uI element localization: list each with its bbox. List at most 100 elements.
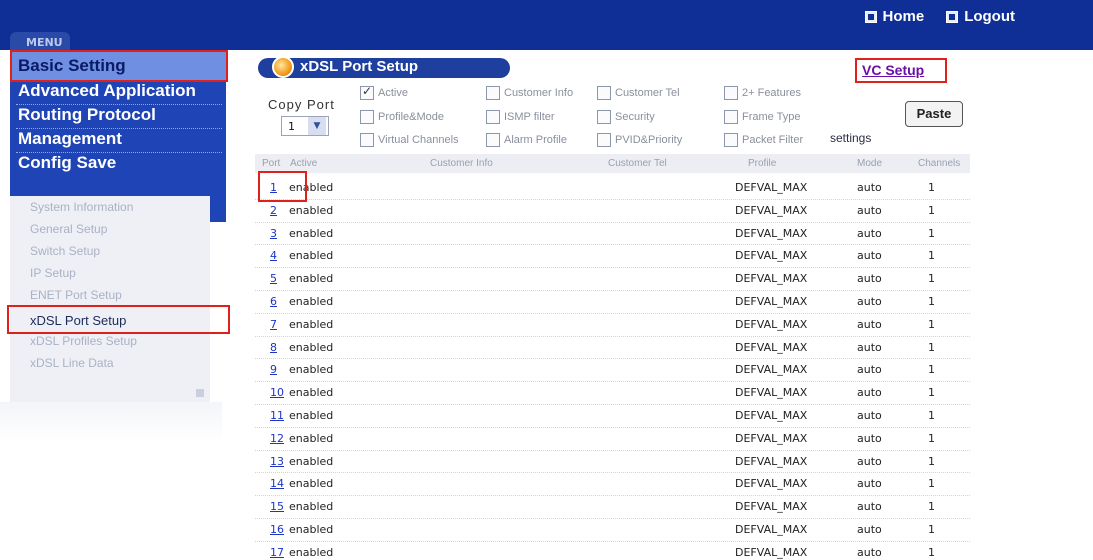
profile-cell: DEFVAL_MAX bbox=[735, 522, 808, 536]
table-row: 13 enabled DEFVAL_MAX auto 1 bbox=[255, 451, 970, 474]
checkbox-active[interactable]: Active bbox=[360, 84, 408, 100]
mode-cell: auto bbox=[857, 317, 882, 331]
channels-cell: 1 bbox=[928, 294, 935, 308]
port-link[interactable]: 10 bbox=[270, 386, 284, 399]
checkbox-packet-filter[interactable]: Packet Filter bbox=[724, 133, 803, 147]
active-cell: enabled bbox=[289, 386, 334, 400]
channels-cell: 1 bbox=[928, 363, 935, 377]
submenu-xdsl-line-data[interactable]: xDSL Line Data bbox=[30, 356, 114, 370]
menu-item-config-save[interactable]: Config Save bbox=[18, 153, 116, 173]
menu-item-management[interactable]: Management bbox=[18, 129, 122, 149]
checkbox-box[interactable] bbox=[486, 133, 500, 147]
submenu-system-information[interactable]: System Information bbox=[30, 200, 133, 214]
sidebar-scroll-handle[interactable] bbox=[196, 389, 204, 397]
checkbox-label: Security bbox=[615, 111, 655, 123]
submenu-xdsl-profiles-setup[interactable]: xDSL Profiles Setup bbox=[30, 334, 137, 348]
port-link[interactable]: 15 bbox=[270, 500, 284, 513]
checkbox-profile-mode[interactable]: Profile&Mode bbox=[360, 110, 444, 124]
header-active: Active bbox=[290, 158, 318, 169]
port-link[interactable]: 11 bbox=[270, 409, 284, 422]
profile-cell: DEFVAL_MAX bbox=[735, 545, 808, 559]
port-link[interactable]: 14 bbox=[270, 477, 284, 490]
checkbox-box[interactable] bbox=[486, 110, 500, 124]
table-row: 2 enabled DEFVAL_MAX auto 1 bbox=[255, 200, 970, 223]
vc-setup-link[interactable]: VC Setup bbox=[855, 58, 947, 83]
checkbox-ismp-filter[interactable]: ISMP filter bbox=[486, 110, 555, 124]
profile-cell: DEFVAL_MAX bbox=[735, 477, 808, 491]
mode-cell: auto bbox=[857, 340, 882, 354]
checkbox-box[interactable] bbox=[360, 133, 374, 147]
paste-button[interactable]: Paste bbox=[905, 101, 963, 127]
checkbox-customer-tel[interactable]: Customer Tel bbox=[597, 86, 680, 100]
submenu-enet-port-setup[interactable]: ENET Port Setup bbox=[30, 288, 122, 302]
menu-item-advanced-application[interactable]: Advanced Application bbox=[18, 81, 196, 101]
port-link[interactable]: 3 bbox=[270, 227, 277, 240]
channels-cell: 1 bbox=[928, 272, 935, 286]
home-link[interactable]: Home bbox=[864, 8, 924, 25]
table-row: 1 enabled DEFVAL_MAX auto 1 bbox=[255, 177, 970, 200]
port-link[interactable]: 6 bbox=[270, 295, 277, 308]
port-link[interactable]: 9 bbox=[270, 363, 277, 376]
menu-item-basic-setting-active[interactable]: Basic Setting bbox=[18, 56, 126, 76]
table-row: 10 enabled DEFVAL_MAX auto 1 bbox=[255, 382, 970, 405]
active-cell: enabled bbox=[289, 203, 334, 217]
checkbox-box[interactable] bbox=[724, 86, 738, 100]
checkbox-alarm-profile[interactable]: Alarm Profile bbox=[486, 133, 567, 147]
table-row: 17 enabled DEFVAL_MAX auto 1 bbox=[255, 542, 970, 560]
checkbox-box[interactable] bbox=[597, 133, 611, 147]
profile-cell: DEFVAL_MAX bbox=[735, 386, 808, 400]
port-link[interactable]: 8 bbox=[270, 341, 277, 354]
mode-cell: auto bbox=[857, 363, 882, 377]
checkbox-frame-type[interactable]: Frame Type bbox=[724, 110, 801, 124]
table-row: 16 enabled DEFVAL_MAX auto 1 bbox=[255, 519, 970, 542]
port-link[interactable]: 13 bbox=[270, 455, 284, 468]
port-link[interactable]: 12 bbox=[270, 432, 284, 445]
copy-port-value: 1 bbox=[288, 119, 295, 133]
table-row: 7 enabled DEFVAL_MAX auto 1 bbox=[255, 314, 970, 337]
chevron-down-icon[interactable]: ▼ bbox=[308, 117, 326, 135]
mode-cell: auto bbox=[857, 408, 882, 422]
active-cell: enabled bbox=[289, 477, 334, 491]
xdsl-port-setup-highlight bbox=[7, 305, 230, 334]
submenu-general-setup[interactable]: General Setup bbox=[30, 222, 107, 236]
checkbox-box[interactable] bbox=[360, 110, 374, 124]
header-mode: Mode bbox=[857, 158, 883, 169]
port-link[interactable]: 5 bbox=[270, 272, 277, 285]
port-link[interactable]: 16 bbox=[270, 523, 284, 536]
active-cell: enabled bbox=[289, 454, 334, 468]
port-link[interactable]: 17 bbox=[270, 546, 284, 559]
checkbox-box[interactable] bbox=[486, 86, 500, 100]
profile-cell: DEFVAL_MAX bbox=[735, 317, 808, 331]
mode-cell: auto bbox=[857, 226, 882, 240]
profile-cell: DEFVAL_MAX bbox=[735, 363, 808, 377]
port-link[interactable]: 4 bbox=[270, 249, 277, 262]
top-nav: Home Logout bbox=[864, 8, 1015, 25]
active-cell: enabled bbox=[289, 545, 334, 559]
submenu-switch-setup[interactable]: Switch Setup bbox=[30, 244, 100, 258]
port-link[interactable]: 2 bbox=[270, 204, 277, 217]
port-1-highlight bbox=[258, 171, 307, 202]
checkbox-label: ISMP filter bbox=[504, 111, 555, 123]
mode-cell: auto bbox=[857, 477, 882, 491]
checkbox-label: PVID&Priority bbox=[615, 134, 683, 146]
checkbox-box[interactable] bbox=[360, 84, 374, 100]
checkbox-customer-info[interactable]: Customer Info bbox=[486, 86, 573, 100]
checkbox-security[interactable]: Security bbox=[597, 110, 655, 124]
checkbox-virtual-channels[interactable]: Virtual Channels bbox=[360, 133, 459, 147]
checkbox-pvid-priority[interactable]: PVID&Priority bbox=[597, 133, 682, 147]
home-icon bbox=[864, 10, 877, 23]
checkbox-box[interactable] bbox=[597, 110, 611, 124]
checkbox-2-plus-features[interactable]: 2+ Features bbox=[724, 86, 801, 100]
checkbox-box[interactable] bbox=[597, 86, 611, 100]
checkbox-box[interactable] bbox=[724, 133, 738, 147]
profile-cell: DEFVAL_MAX bbox=[735, 408, 808, 422]
channels-cell: 1 bbox=[928, 454, 935, 468]
checkbox-label: Customer Tel bbox=[615, 87, 680, 99]
port-link[interactable]: 7 bbox=[270, 318, 277, 331]
copy-port-select[interactable]: 1 ▼ bbox=[281, 116, 329, 136]
logout-link[interactable]: Logout bbox=[946, 8, 1015, 25]
checkbox-box[interactable] bbox=[724, 110, 738, 124]
menu-item-routing-protocol[interactable]: Routing Protocol bbox=[18, 105, 156, 125]
active-cell: enabled bbox=[289, 500, 334, 514]
submenu-ip-setup[interactable]: IP Setup bbox=[30, 266, 76, 280]
